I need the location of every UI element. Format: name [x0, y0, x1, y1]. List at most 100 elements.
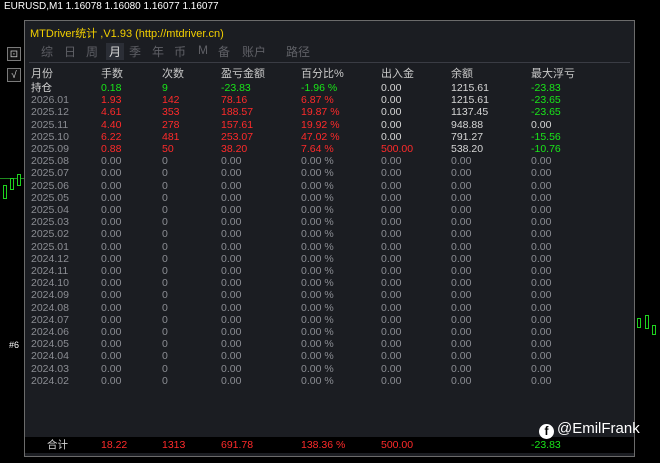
cell-month: 2025.01 [31, 240, 69, 253]
candle [652, 325, 656, 335]
cell-profit: 0.00 [221, 252, 242, 265]
cell-percent: 6.87 % [301, 94, 334, 107]
cell-percent: 0.00 % [301, 167, 334, 180]
cell-balance: 0.00 [451, 289, 472, 302]
cell-balance: 791.27 [451, 130, 484, 143]
cell-max-drawdown: 0.00 [531, 228, 552, 241]
candle [645, 315, 649, 329]
cell-month: 2025.09 [31, 143, 69, 155]
cell-count: 0 [162, 350, 168, 363]
cell-max-drawdown: 0.00 [531, 204, 552, 216]
total-profit: 691.78 [221, 439, 254, 451]
table-row: 2024.05 0.00 0 0.00 0.00 % 0.00 0.00 0.00 [25, 338, 634, 350]
cell-lots: 0.00 [101, 204, 122, 216]
cell-balance: 0.00 [451, 338, 472, 351]
cell-balance: 1215.61 [451, 94, 489, 107]
tab-account[interactable]: 账户 [242, 43, 266, 60]
cell-deposit: 0.00 [381, 362, 402, 375]
table-row: 2025.05 0.00 0 0.00 0.00 % 0.00 0.00 0.00 [25, 192, 634, 204]
cell-lots: 0.00 [101, 277, 122, 290]
cell-count: 0 [162, 338, 168, 351]
cell-max-drawdown: 0.00 [531, 155, 552, 168]
tab-currency[interactable]: 币 [174, 43, 186, 60]
tab-overview[interactable]: 综 [41, 43, 53, 60]
header-balance: 余额 [451, 68, 473, 80]
cell-month: 2025.11 [31, 118, 69, 131]
cell-deposit: 0.00 [381, 130, 402, 143]
cell-percent: 0.00 % [301, 252, 334, 265]
cell-percent: 0.00 % [301, 350, 334, 363]
cell-percent: 0.00 % [301, 240, 334, 253]
cell-max-drawdown: 0.00 [531, 265, 552, 277]
cell-balance: 0.00 [451, 216, 472, 229]
cell-profit: 0.00 [221, 277, 242, 290]
cell-count: 142 [162, 94, 180, 107]
table-row: 2025.03 0.00 0 0.00 0.00 % 0.00 0.00 0.00 [25, 216, 634, 228]
chart-tool-icon[interactable]: ⊡ [7, 47, 21, 61]
cell-max-drawdown: 0.00 [531, 240, 552, 253]
cell-max-drawdown: 0.00 [531, 338, 552, 351]
cell-month: 2024.07 [31, 313, 69, 326]
table-row: 2025.01 0.00 0 0.00 0.00 % 0.00 0.00 0.00 [25, 241, 634, 253]
candle [3, 185, 7, 199]
chart-order-label: #6 [9, 340, 20, 350]
tab-note[interactable]: 备 [218, 43, 230, 60]
table-row: 2025.12 4.61 353 188.57 19.87 % 0.00 1137.45 -2… [25, 106, 634, 118]
cell-lots: 0.18 [101, 82, 122, 94]
cell-deposit: 0.00 [381, 277, 402, 290]
cell-percent: 0.00 % [301, 313, 334, 326]
cell-count: 50 [162, 143, 174, 155]
cell-percent: 47.02 % [301, 130, 340, 143]
cell-max-drawdown: 0.00 [531, 313, 552, 326]
cell-percent: 0.00 % [301, 179, 334, 192]
table-row: 2024.11 0.00 0 0.00 0.00 % 0.00 0.00 0.00 [25, 265, 634, 277]
cell-month: 2024.04 [31, 350, 69, 363]
cell-count: 0 [162, 289, 168, 302]
cell-count: 0 [162, 301, 168, 314]
cell-count: 0 [162, 204, 168, 216]
total-label: 合计 [47, 439, 68, 451]
table-row: 2024.04 0.00 0 0.00 0.00 % 0.00 0.00 0.00 [25, 350, 634, 362]
tab-quarter[interactable]: 季 [129, 43, 141, 60]
open-positions-row: 持仓 0.18 9 -23.83 -1.96 % 0.00 1215.61 -23.83 [25, 82, 634, 94]
watermark: f @EmilFrank [539, 420, 640, 439]
table-row: 2025.10 6.22 481 253.07 47.02 % 0.00 791.27 -15… [25, 131, 634, 143]
cell-lots: 6.22 [101, 130, 122, 143]
cell-percent: 0.00 % [301, 204, 334, 216]
header-count: 次数 [162, 68, 184, 80]
table-row: 2024.07 0.00 0 0.00 0.00 % 0.00 0.00 0.00 [25, 314, 634, 326]
cell-month: 2025.12 [31, 106, 69, 119]
cell-month: 2024.03 [31, 362, 69, 375]
cell-max-drawdown: 0.00 [531, 289, 552, 302]
cell-month: 2025.07 [31, 167, 69, 180]
tab-month[interactable]: 月 [106, 43, 125, 60]
total-percent: 138.36 % [301, 439, 346, 451]
cell-balance: 0.00 [451, 374, 472, 387]
total-max-drawdown: -23.83 [531, 439, 561, 451]
cell-count: 0 [162, 362, 168, 375]
tab-magic[interactable]: M [198, 43, 208, 57]
crosshair-tool-icon[interactable]: √ [7, 68, 21, 82]
cell-month: 2026.01 [31, 94, 69, 107]
total-row: 合计 18.22 1313 691.78 138.36 % 500.00 -23… [25, 437, 634, 453]
tab-day[interactable]: 日 [64, 43, 76, 60]
tab-week[interactable]: 周 [86, 43, 98, 60]
cell-percent: 19.87 % [301, 106, 340, 119]
tab-divider [29, 62, 630, 63]
cell-count: 0 [162, 313, 168, 326]
cell-deposit: 0.00 [381, 155, 402, 168]
cell-deposit: 0.00 [381, 301, 402, 314]
tab-path[interactable]: 路径 [286, 43, 310, 60]
facebook-icon: f [539, 424, 554, 439]
cell-profit: 0.00 [221, 265, 242, 277]
cell-percent: 0.00 % [301, 155, 334, 168]
tab-year[interactable]: 年 [152, 43, 164, 60]
header-percent: 百分比% [301, 68, 344, 80]
cell-max-drawdown: 0.00 [531, 167, 552, 180]
cell-lots: 0.00 [101, 313, 122, 326]
cell-month: 2025.08 [31, 155, 69, 168]
cell-percent: -1.96 % [301, 82, 338, 94]
cell-max-drawdown: 0.00 [531, 118, 552, 131]
table-row: 2026.01 1.93 142 78.16 6.87 % 0.00 1215.61 -23.… [25, 94, 634, 106]
cell-max-drawdown: 0.00 [531, 350, 552, 363]
